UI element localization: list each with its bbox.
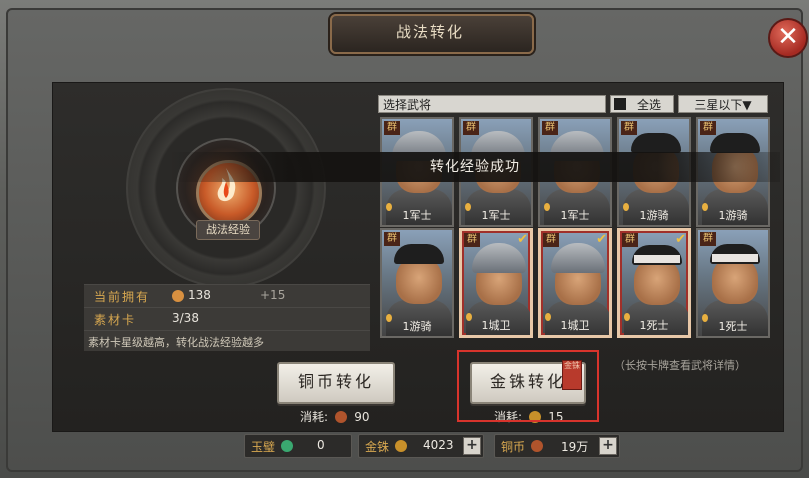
general-name: 1军士 [481,209,511,222]
success-toast: 转化经验成功 [170,152,780,182]
page-title: 战法转化 [395,23,464,41]
add-gold-button[interactable]: + [463,437,481,455]
jade-currency: 玉璧 0 [244,434,352,458]
exp-label: 战法经验 [196,220,260,240]
star-filter-dropdown[interactable]: 三星以下▼ [678,95,768,113]
helmet [472,243,526,273]
selected-check-icon: ✔ [517,232,528,247]
copper-currency: 铜币 19万 + [494,434,620,458]
current-owned-row: 当前拥有 138 +15 [84,284,370,307]
add-copper-button[interactable]: + [599,437,617,455]
selected-check-icon: ✔ [675,232,686,247]
close-x-icon[interactable]: ✕ [768,18,808,58]
selected-check-icon: ✔ [596,232,607,247]
general-name: 1军士 [402,209,432,222]
faction-badge: 群 [621,121,637,135]
general-card[interactable]: 群 1游骑 [380,228,454,338]
copper-value: 19万 [561,440,589,454]
gold-value: 4023 [423,438,454,452]
material-row: 素材卡 3/38 [84,307,370,330]
longpress-hint: （长按卡牌查看武将详情） [614,359,746,372]
general-name: 1游骑 [718,209,748,222]
jade-label: 玉璧 [251,440,276,454]
faction-badge: 群 [464,233,480,247]
hint-text: 素材卡星级越高，转化战法经验越多 [88,336,264,349]
headband [634,255,680,263]
hair [394,244,444,264]
general-name: 1城卫 [481,319,511,332]
jade-value: 0 [317,438,325,452]
exp-coin-icon [172,290,184,302]
gold-label: 金铢 [365,440,390,454]
gold-currency: 金铢 4023 + [358,434,484,458]
general-name: 1城卫 [560,319,590,332]
helmet [551,243,605,273]
copper-label: 铜币 [501,440,526,454]
general-card[interactable]: 群 ✔ 1死士 [617,228,691,338]
copper-coin-icon [335,411,348,423]
copper-convert-button[interactable]: 铜币转化 [277,362,395,404]
general-name: 1游骑 [402,320,432,333]
copper-icon [531,440,543,452]
gold-convert-highlight [457,350,599,422]
copper-cost-label: 消耗: [300,410,329,424]
faction-badge: 群 [700,121,716,135]
jade-icon [281,440,293,452]
general-card[interactable]: 群 1死士 [696,228,770,338]
select-generals-box[interactable]: 选择武将 [378,95,606,113]
faction-badge: 群 [463,121,479,135]
general-card[interactable]: 群 ✔ 1城卫 [538,228,612,338]
faction-badge: 群 [700,232,716,246]
faction-badge: 群 [622,233,638,247]
general-name: 1军士 [560,209,590,222]
faction-badge: 群 [543,233,559,247]
general-name: 1死士 [639,319,669,332]
select-all-checkbox[interactable] [614,98,626,110]
hair [710,133,760,153]
select-all-label: 全选 [637,98,662,112]
headband [712,254,758,262]
material-label: 素材卡 [94,313,137,327]
gold-icon [395,440,407,452]
general-name: 1死士 [718,320,748,333]
copper-cost: 消耗: 90 [300,406,370,425]
material-value: 3/38 [172,311,199,325]
hair [631,133,681,153]
general-card[interactable]: 群 ✔ 1城卫 [459,228,533,338]
general-name: 1游骑 [639,209,669,222]
faction-badge: 群 [542,121,558,135]
current-gain-value: +15 [260,288,286,302]
current-owned-label: 当前拥有 [94,290,151,304]
current-owned-value: 138 [188,288,211,302]
faction-badge: 群 [384,232,400,246]
copper-cost-value: 90 [354,410,370,424]
faction-badge: 群 [384,121,400,135]
